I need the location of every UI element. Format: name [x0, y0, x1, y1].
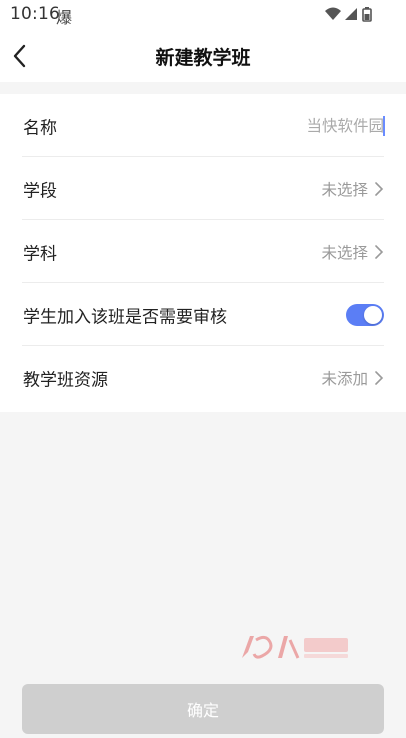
status-time: 10:16 [10, 4, 60, 24]
chevron-right-icon [375, 244, 384, 259]
review-label: 学生加入该班是否需要审核 [23, 307, 227, 327]
name-label: 名称 [23, 118, 57, 138]
subject-value: 未选择 [321, 243, 368, 262]
wifi-icon [325, 7, 341, 20]
stage-label: 学段 [23, 181, 57, 201]
resources-value: 未添加 [321, 369, 368, 388]
page-title: 新建教学班 [155, 47, 251, 69]
class-form: 名称 学段 未选择 学科 未选择 学生加入该班是否需要审核 教学班资源 未添加 [0, 94, 406, 412]
form-row-stage[interactable]: 学段 未选择 [0, 157, 406, 220]
confirm-button[interactable]: 确定 [22, 684, 384, 734]
toggle-knob [364, 305, 382, 324]
name-input[interactable] [214, 112, 384, 139]
status-icons [324, 5, 376, 25]
review-toggle[interactable] [346, 303, 384, 326]
battery-icon [362, 7, 372, 22]
form-row-review: 学生加入该班是否需要审核 [0, 283, 406, 346]
header-spacer [0, 82, 406, 94]
chevron-right-icon [375, 370, 384, 385]
form-row-resources[interactable]: 教学班资源 未添加 [0, 346, 406, 409]
signal-icon [345, 8, 357, 20]
text-cursor [383, 115, 385, 136]
subject-label: 学科 [23, 244, 57, 264]
form-row-subject[interactable]: 学科 未选择 [0, 220, 406, 283]
stage-value: 未选择 [321, 180, 368, 199]
resources-label: 教学班资源 [23, 370, 108, 390]
form-row-name[interactable]: 名称 [0, 94, 406, 157]
notification-app-icon: 爆 [56, 8, 73, 27]
watermark-logo [240, 632, 352, 662]
chevron-right-icon [375, 181, 384, 196]
status-bar: 10:16 爆 [0, 0, 406, 30]
app-header: 新建教学班 [0, 30, 406, 82]
